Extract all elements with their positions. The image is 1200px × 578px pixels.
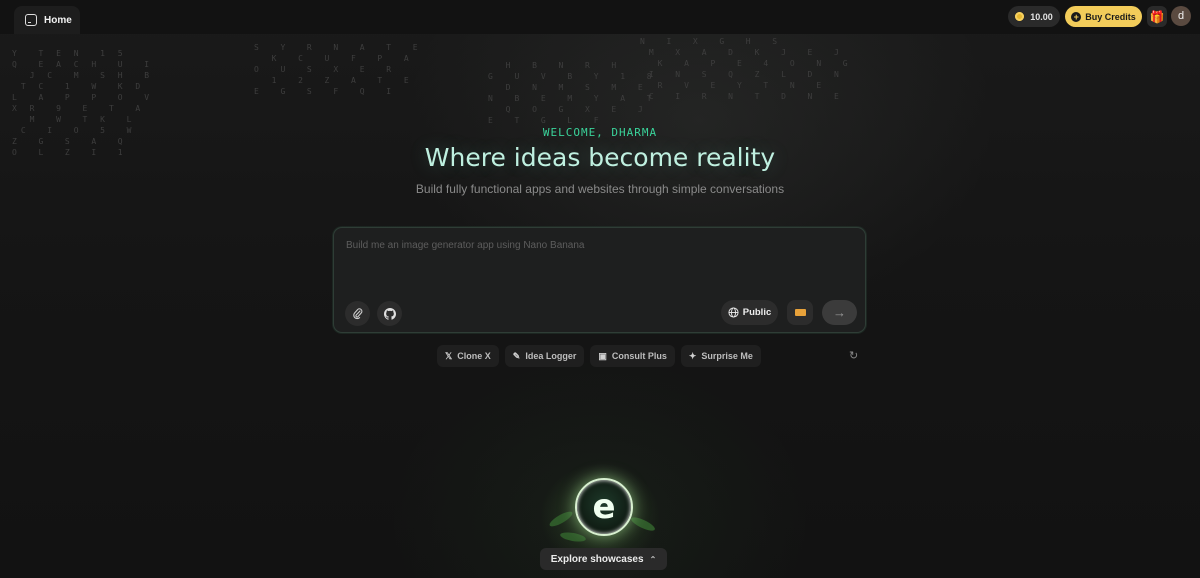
home-tab-icon	[25, 14, 37, 26]
visibility-toggle[interactable]: Public	[721, 300, 778, 325]
buy-credits-button[interactable]: + Buy Credits	[1065, 6, 1142, 27]
tab-home-label: Home	[44, 14, 72, 26]
attach-button[interactable]	[345, 301, 370, 326]
gift-icon: 🎁	[1149, 9, 1165, 24]
github-icon	[383, 307, 396, 320]
sparkle-icon: ✦	[688, 350, 697, 361]
explore-showcases-label: Explore showcases	[550, 553, 644, 565]
suggestion-clone-x[interactable]: 𝕏 Clone X	[437, 345, 499, 367]
suggestion-label: Clone X	[457, 351, 491, 361]
refresh-suggestions-button[interactable]: ↻	[849, 350, 861, 362]
chevron-up-icon: ⌃	[649, 554, 657, 564]
visibility-label: Public	[742, 307, 772, 318]
model-icon	[794, 309, 806, 316]
page-title: Where ideas become reality	[424, 143, 776, 172]
suggestion-chips: 𝕏 Clone X ✎ Idea Logger ▣ Consult Plus ✦…	[437, 345, 761, 367]
x-logo-icon: 𝕏	[445, 350, 453, 361]
globe-icon	[728, 307, 739, 318]
idea-icon: ✎	[512, 350, 521, 361]
welcome-text: WELCOME, DHARMA	[542, 126, 658, 139]
send-button[interactable]: →	[822, 300, 857, 325]
credits-value: 10.00	[1030, 11, 1053, 22]
buy-credits-label: Buy Credits	[1085, 11, 1136, 22]
refresh-icon: ↻	[849, 350, 859, 362]
gift-button[interactable]: 🎁	[1147, 6, 1167, 27]
arrow-right-icon: →	[833, 305, 846, 320]
tab-home[interactable]: Home	[14, 6, 80, 34]
explore-showcases-button[interactable]: Explore showcases ⌃	[540, 548, 667, 570]
suggestion-consult-plus[interactable]: ▣ Consult Plus	[590, 345, 675, 367]
suggestion-label: Consult Plus	[611, 351, 667, 361]
suggestion-idea-logger[interactable]: ✎ Idea Logger	[504, 345, 585, 367]
glyph-rain-mid: H B N R H G U V B Y 1 8 D N M S M E N B …	[488, 61, 656, 125]
page-subtitle: Build fully functional apps and websites…	[415, 182, 785, 196]
plus-icon: +	[1071, 11, 1082, 22]
model-selector[interactable]	[787, 300, 813, 325]
coin-icon	[1015, 12, 1025, 21]
credits-balance[interactable]: 10.00	[1008, 6, 1060, 27]
prompt-input[interactable]	[346, 240, 851, 286]
prompt-box: Public →	[333, 227, 866, 333]
top-bar: Home 10.00 + Buy Credits 🎁 d	[0, 0, 1200, 34]
suggestion-surprise-me[interactable]: ✦ Surprise Me	[680, 345, 761, 367]
avatar-initial: d	[1177, 10, 1185, 22]
glyph-rain-right: N I X G H S M X A D K J E J K A P E 4 O …	[640, 37, 852, 101]
github-button[interactable]	[377, 301, 402, 326]
paperclip-icon	[352, 307, 362, 319]
suggestion-label: Idea Logger	[525, 351, 577, 361]
logo-letter: e	[592, 487, 616, 527]
avatar[interactable]: d	[1171, 6, 1191, 26]
glyph-rain-left: Y T E N 1 5 Q E A C H U I J C M S H B T …	[12, 49, 154, 157]
suggestion-label: Surprise Me	[701, 351, 753, 361]
brand-logo: e	[575, 478, 633, 536]
window-icon: ▣	[598, 350, 607, 361]
glyph-rain-center: S Y R N A T E K C U F P A O U S X E R 1 …	[254, 43, 422, 96]
